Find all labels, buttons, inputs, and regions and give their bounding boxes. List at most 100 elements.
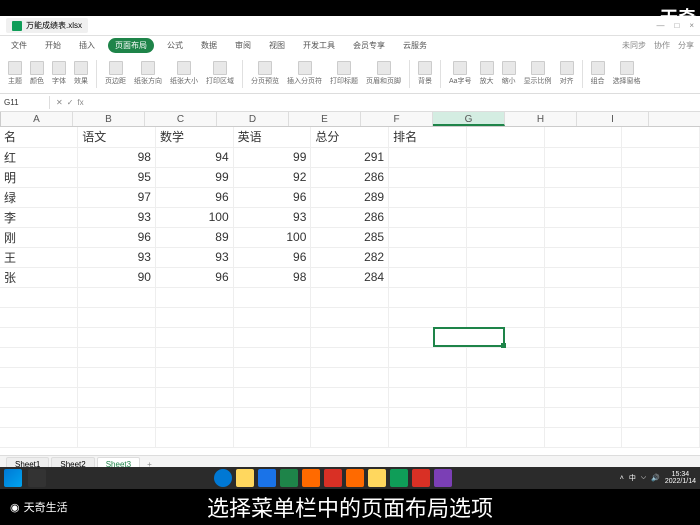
menu-开发工具[interactable]: 开发工具 <box>298 38 340 53</box>
app7-icon[interactable] <box>434 469 452 487</box>
cell-I12[interactable] <box>622 347 700 367</box>
ribbon-打印区域[interactable]: 打印区域 <box>206 61 234 86</box>
start-button[interactable] <box>4 469 22 487</box>
cell-I4[interactable] <box>622 187 700 207</box>
app2-icon[interactable] <box>302 469 320 487</box>
ribbon-缩小[interactable]: 缩小 <box>502 61 516 86</box>
explorer-icon[interactable] <box>236 469 254 487</box>
cell-C2[interactable]: 94 <box>155 147 233 167</box>
cell-C8[interactable]: 96 <box>155 267 233 287</box>
cell-D10[interactable] <box>233 307 311 327</box>
col-header-I[interactable]: I <box>577 112 649 126</box>
cell-A8[interactable]: 张 <box>0 267 78 287</box>
cell-H10[interactable] <box>544 307 622 327</box>
cell-A15[interactable] <box>0 407 78 427</box>
cell-B2[interactable]: 98 <box>78 147 156 167</box>
cell-E1[interactable]: 总分 <box>311 127 389 147</box>
cell-H4[interactable] <box>544 187 622 207</box>
cell-C16[interactable] <box>155 427 233 447</box>
tray-sound-icon[interactable]: 🔊 <box>651 474 660 482</box>
cell-A2[interactable]: 红 <box>0 147 78 167</box>
cell-B11[interactable] <box>78 327 156 347</box>
cell-B3[interactable]: 95 <box>78 167 156 187</box>
tray-chevron-icon[interactable]: ˄ <box>620 475 624 482</box>
col-header-G[interactable]: G <box>433 112 505 126</box>
grid[interactable]: 名语文数学英语总分排名红989499291明959992286绿97969628… <box>0 127 700 455</box>
cell-G15[interactable] <box>466 407 544 427</box>
cell-H11[interactable] <box>544 327 622 347</box>
w-icon[interactable] <box>346 469 364 487</box>
col-header-A[interactable]: A <box>1 112 73 126</box>
fx-icon[interactable]: fx <box>77 98 83 107</box>
cell-G14[interactable] <box>466 387 544 407</box>
cell-G2[interactable] <box>466 147 544 167</box>
ribbon-颜色[interactable]: 颜色 <box>30 61 44 86</box>
col-header-B[interactable]: B <box>73 112 145 126</box>
ribbon-字体[interactable]: 字体 <box>52 61 66 86</box>
ribbon-主题[interactable]: 主题 <box>8 61 22 86</box>
cell-I2[interactable] <box>622 147 700 167</box>
cell-G7[interactable] <box>466 247 544 267</box>
cell-F11[interactable] <box>389 327 467 347</box>
cell-F12[interactable] <box>389 347 467 367</box>
cell-B12[interactable] <box>78 347 156 367</box>
cell-G13[interactable] <box>466 367 544 387</box>
cell-G1[interactable] <box>466 127 544 147</box>
cell-D9[interactable] <box>233 287 311 307</box>
col-header-F[interactable]: F <box>361 112 433 126</box>
ribbon-效果[interactable]: 效果 <box>74 61 88 86</box>
cell-D16[interactable] <box>233 427 311 447</box>
cell-A9[interactable] <box>0 287 78 307</box>
cell-H9[interactable] <box>544 287 622 307</box>
cell-I5[interactable] <box>622 207 700 227</box>
cell-A5[interactable]: 李 <box>0 207 78 227</box>
search-icon[interactable] <box>28 469 46 487</box>
cell-B4[interactable]: 97 <box>78 187 156 207</box>
cell-F1[interactable]: 排名 <box>389 127 467 147</box>
ribbon-放大[interactable]: 放大 <box>480 61 494 86</box>
cell-H7[interactable] <box>544 247 622 267</box>
cell-I3[interactable] <box>622 167 700 187</box>
ribbon-分页预览[interactable]: 分页预览 <box>251 61 279 86</box>
cell-D8[interactable]: 98 <box>233 267 311 287</box>
cell-C3[interactable]: 99 <box>155 167 233 187</box>
cell-B8[interactable]: 90 <box>78 267 156 287</box>
ribbon-纸张大小[interactable]: 纸张大小 <box>170 61 198 86</box>
cell-I14[interactable] <box>622 387 700 407</box>
menu-数据[interactable]: 数据 <box>196 38 222 53</box>
cell-H1[interactable] <box>544 127 622 147</box>
cell-E10[interactable] <box>311 307 389 327</box>
col-header-C[interactable]: C <box>145 112 217 126</box>
cell-G9[interactable] <box>466 287 544 307</box>
cell-F9[interactable] <box>389 287 467 307</box>
ribbon-选择窗格[interactable]: 选择窗格 <box>613 61 641 86</box>
minimize-button[interactable]: — <box>656 21 664 30</box>
cell-C15[interactable] <box>155 407 233 427</box>
cell-B15[interactable] <box>78 407 156 427</box>
cell-I1[interactable] <box>622 127 700 147</box>
cell-A16[interactable] <box>0 427 78 447</box>
cell-C13[interactable] <box>155 367 233 387</box>
ribbon-背景[interactable]: 背景 <box>418 61 432 86</box>
cell-D13[interactable] <box>233 367 311 387</box>
menu-审阅[interactable]: 审阅 <box>230 38 256 53</box>
tray-time[interactable]: 15:34 <box>672 471 690 478</box>
formula-input[interactable] <box>90 101 700 105</box>
tray-lang[interactable]: 中 <box>629 473 636 483</box>
menu-会员专享[interactable]: 会员专享 <box>348 38 390 53</box>
cell-B6[interactable]: 96 <box>78 227 156 247</box>
cell-E5[interactable]: 286 <box>311 207 389 227</box>
cell-A14[interactable] <box>0 387 78 407</box>
cell-G5[interactable] <box>466 207 544 227</box>
cell-G4[interactable] <box>466 187 544 207</box>
cell-H2[interactable] <box>544 147 622 167</box>
menu-公式[interactable]: 公式 <box>162 38 188 53</box>
cell-I9[interactable] <box>622 287 700 307</box>
menu-视图[interactable]: 视图 <box>264 38 290 53</box>
cell-C1[interactable]: 数学 <box>155 127 233 147</box>
cell-F4[interactable] <box>389 187 467 207</box>
cell-D5[interactable]: 93 <box>233 207 311 227</box>
cell-E7[interactable]: 282 <box>311 247 389 267</box>
cell-I10[interactable] <box>622 307 700 327</box>
cell-F3[interactable] <box>389 167 467 187</box>
